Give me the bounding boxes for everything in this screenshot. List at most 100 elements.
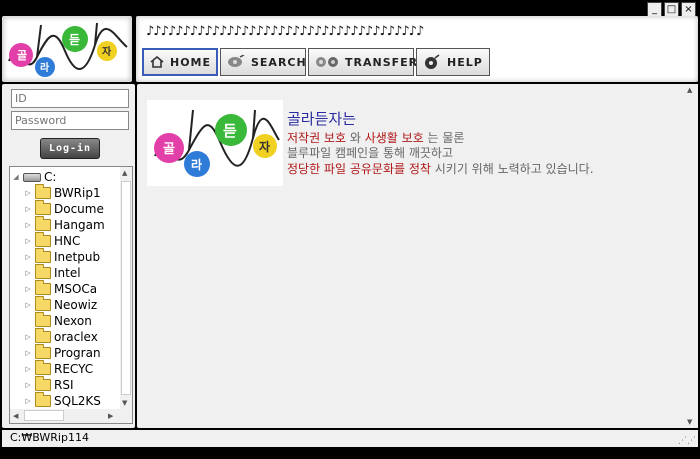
folder-icon	[35, 312, 51, 327]
tree-folder-label: Neowiz	[54, 298, 98, 312]
tree-folder-item[interactable]: Nexon	[24, 312, 92, 329]
expand-icon[interactable]: ▷	[24, 237, 32, 245]
login-button[interactable]: Log-in	[40, 138, 100, 159]
tree-folder-item[interactable]: ▷ Hangam	[24, 216, 105, 233]
tree-folder-label: Hangam	[54, 218, 105, 232]
tree-folder-item[interactable]: ▷ SQL2KS	[24, 392, 101, 409]
tree-hscroll-thumb[interactable]	[24, 410, 64, 421]
transfer-tab[interactable]: TRANSFER	[308, 48, 417, 76]
svg-text:자: 자	[259, 139, 270, 154]
tree-folder-item[interactable]: ▷ HNC	[24, 232, 81, 249]
tree-folder-label: HNC	[54, 234, 81, 248]
privacy-highlight: 사생활 보호	[364, 131, 424, 145]
main-scroll-up-icon[interactable]: ▲	[687, 86, 692, 94]
file-sharing-highlight: 정당한 파일 공유문화를 정착	[287, 162, 431, 176]
tree-folder-item[interactable]: ▷ Inetpub	[24, 248, 101, 265]
home-tab[interactable]: HOME	[142, 48, 218, 76]
tree-folder-label: SQL2KS	[54, 394, 101, 408]
tree-folder-item[interactable]: ▷ RSI	[24, 376, 74, 393]
expand-icon[interactable]: ▷	[24, 365, 32, 373]
maximize-button[interactable]: □	[664, 2, 679, 17]
expand-icon[interactable]: ▷	[24, 381, 32, 389]
tree-folder-item[interactable]: ▷ Progran	[24, 344, 101, 361]
expand-icon[interactable]: ▷	[24, 333, 32, 341]
tree-folder-item[interactable]: ▷ Docume	[24, 200, 104, 217]
expand-icon[interactable]: ▷	[24, 285, 32, 293]
tree-vertical-scrollbar[interactable]: ▲ ▼	[120, 167, 132, 409]
svg-text:라: 라	[191, 157, 202, 172]
intro-text: 시키기 위해 노력하고 있습니다.	[430, 162, 594, 176]
folder-icon	[35, 376, 51, 391]
folder-icon	[35, 280, 51, 295]
svg-text:골: 골	[17, 49, 27, 62]
main-vertical-scrollbar[interactable]: ▲ ▼	[684, 84, 698, 428]
transfer-tab-label: TRANSFER	[345, 55, 419, 69]
expand-icon[interactable]: ▷	[24, 397, 32, 405]
tree-folder-item[interactable]: ▷ oraclex	[24, 328, 98, 345]
sidebar: Log-in ◢ C: ▷ BWRip1 ▷ Docume ▷ Hangam ▷ HNC ▷ In…	[2, 84, 135, 428]
intro-line-2: 블루파일 캠페인을 통해 깨끗하고	[287, 146, 454, 160]
tree-folder-item[interactable]: ▷ Intel	[24, 264, 81, 281]
tree-folder-item[interactable]: ▷ BWRip1	[24, 184, 101, 201]
tree-horizontal-scrollbar[interactable]: ◀ ▶	[10, 409, 132, 423]
expand-icon[interactable]: ▷	[24, 205, 32, 213]
main-scroll-down-icon[interactable]: ▼	[687, 418, 692, 426]
header-bar: ♪♪♪♪♪♪♪♪♪♪♪♪♪♪♪♪♪♪♪♪♪♪♪♪♪♪♪♪♪♪♪♪♪♪♪♪♪♪ H…	[136, 16, 698, 82]
status-path: C:₩BWRip114	[10, 431, 89, 444]
scroll-up-icon[interactable]: ▲	[122, 169, 127, 177]
app-logo: 골 라 듣 자	[2, 16, 132, 82]
scroll-right-icon[interactable]: ▶	[108, 412, 113, 420]
folder-icon	[35, 344, 51, 359]
tree-root[interactable]: ◢ C:	[12, 169, 56, 185]
tree-folder-label: Intel	[54, 266, 81, 280]
tree-root-label: C:	[44, 170, 57, 184]
tree-folder-label: Progran	[54, 346, 101, 360]
expand-icon[interactable]: ▷	[24, 301, 32, 309]
minimize-button[interactable]: _	[647, 2, 662, 17]
folder-icon	[35, 328, 51, 343]
tree-folder-label: RSI	[54, 378, 74, 392]
resize-grip-icon[interactable]: ⋰⋰	[678, 436, 696, 446]
expand-icon[interactable]: ▷	[24, 189, 32, 197]
folder-tree[interactable]: ◢ C: ▷ BWRip1 ▷ Docume ▷ Hangam ▷ HNC ▷ Inetpub ▷ I…	[9, 166, 133, 424]
main-content: 골 라 듣 자 골라듣자는 저작권 보호 와 사생활 보호 는 물론 블루파일 …	[137, 84, 698, 428]
tree-vscroll-thumb[interactable]	[121, 181, 131, 395]
tree-folder-item[interactable]: ▷ MSOCa	[24, 280, 98, 297]
search-tab[interactable]: SEARCH	[220, 48, 306, 76]
tree-folder-label: RECYC	[54, 362, 94, 376]
tree-folder-label: Inetpub	[54, 250, 101, 264]
scroll-left-icon[interactable]: ◀	[13, 412, 18, 420]
collapse-icon[interactable]: ◢	[12, 173, 20, 181]
help-tab[interactable]: HELP	[416, 48, 490, 76]
expand-icon[interactable]: ▷	[24, 349, 32, 357]
intro-text: 와	[346, 131, 365, 145]
svg-text:골: 골	[163, 142, 175, 157]
help-tab-label: HELP	[447, 55, 483, 69]
folder-icon	[35, 296, 51, 311]
close-button[interactable]: ×	[681, 2, 696, 17]
scroll-down-icon[interactable]: ▼	[122, 399, 127, 407]
folder-icon	[35, 216, 51, 231]
expand-icon[interactable]: ▷	[24, 253, 32, 261]
tree-folder-label: MSOCa	[54, 282, 98, 296]
expand-icon[interactable]: ▷	[24, 221, 32, 229]
search-tab-label: SEARCH	[251, 55, 307, 69]
content-logo: 골 라 듣 자	[147, 100, 283, 186]
folder-icon	[35, 360, 51, 375]
home-icon	[150, 56, 164, 68]
intro-line-3: 정당한 파일 공유문화를 정착 시키기 위해 노력하고 있습니다.	[287, 160, 594, 177]
id-field[interactable]	[11, 89, 129, 108]
folder-icon	[35, 264, 51, 279]
tree-folder-item[interactable]: ▷ Neowiz	[24, 296, 98, 313]
svg-text:듣: 듣	[223, 122, 237, 140]
tree-folder-label: BWRip1	[54, 186, 101, 200]
folder-icon	[35, 392, 51, 407]
search-icon	[227, 55, 245, 69]
home-tab-label: HOME	[170, 55, 212, 69]
tree-folder-label: Docume	[54, 202, 104, 216]
password-field[interactable]	[11, 111, 129, 130]
tree-folder-label: Nexon	[54, 314, 92, 328]
expand-icon[interactable]: ▷	[24, 269, 32, 277]
tree-folder-item[interactable]: ▷ RECYC	[24, 360, 94, 377]
drive-icon	[23, 172, 41, 182]
